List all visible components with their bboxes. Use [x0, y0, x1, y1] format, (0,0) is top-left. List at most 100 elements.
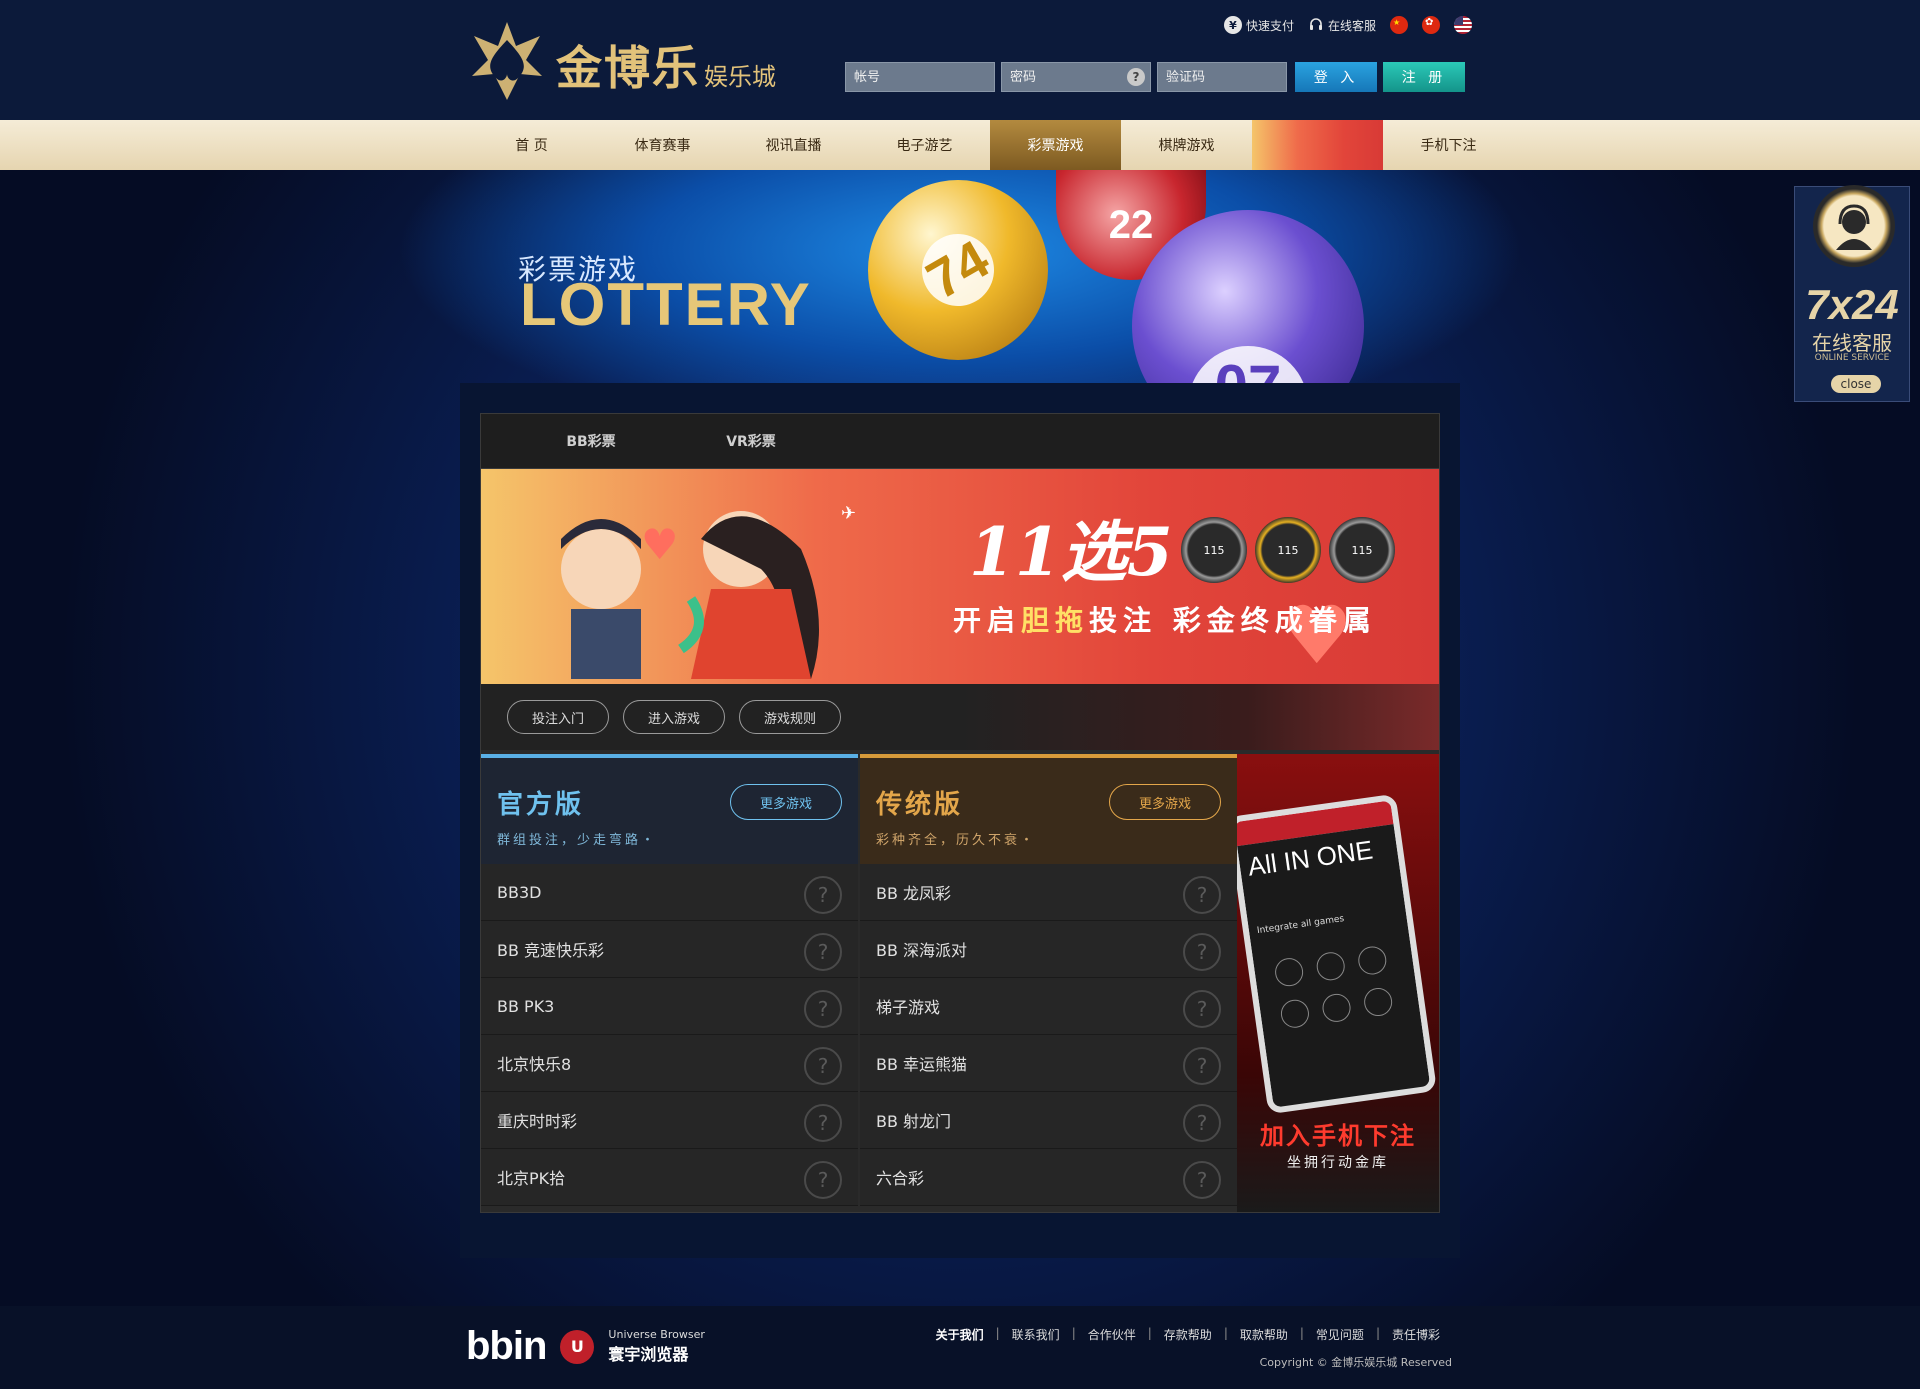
- us-flag-icon[interactable]: [1454, 16, 1472, 34]
- footer-link-deposit-help[interactable]: 存款帮助: [1152, 1326, 1224, 1343]
- lottery-panel: BB彩票 VR彩票 ♥ ✈ ♥ 11选5 115 115 115 开启胆拖投注 …: [460, 383, 1460, 1258]
- help-icon[interactable]: ?: [804, 933, 842, 971]
- help-icon[interactable]: ?: [804, 990, 842, 1028]
- promo-sub-highlight: 胆拖: [1021, 604, 1090, 637]
- game-row[interactable]: BB 射龙门?: [860, 1092, 1237, 1149]
- game-row[interactable]: BB 竞速快乐彩?: [481, 921, 858, 978]
- classic-more-games-button[interactable]: 更多游戏: [1109, 784, 1221, 820]
- mobile-ad-title: 加入手机下注: [1260, 1121, 1416, 1150]
- game-row[interactable]: 重庆时时彩?: [481, 1092, 858, 1149]
- tab-bb-lottery[interactable]: BB彩票: [511, 431, 671, 451]
- help-icon[interactable]: ?: [1183, 1047, 1221, 1085]
- svg-text:✈: ✈: [841, 503, 856, 524]
- betting-intro-button[interactable]: 投注入门: [507, 700, 610, 734]
- browser-text: Universe Browser 寰宇浏览器: [608, 1328, 704, 1365]
- footer-links: 关于我们 | 联系我们 | 合作伙伴 | 存款帮助 | 取款帮助 | 常见问题 | 责任博彩: [924, 1326, 1452, 1343]
- yen-icon: ¥: [1223, 16, 1242, 34]
- game-name: 北京快乐8: [497, 1055, 572, 1074]
- game-name: BB 深海派对: [876, 941, 968, 960]
- svg-text:♥: ♥: [641, 520, 679, 569]
- login-form: ? 登 入 注 册: [845, 62, 1465, 92]
- logo-subtext: 娱乐城: [704, 62, 776, 91]
- top-links: ¥ 快速支付 在线客服: [1223, 16, 1472, 34]
- password-help-icon[interactable]: ?: [1127, 68, 1145, 86]
- hongkong-flag-icon[interactable]: [1422, 16, 1440, 34]
- app-icon: [1279, 997, 1311, 1030]
- game-rules-button[interactable]: 游戏规则: [739, 700, 842, 734]
- phone-subline: Integrate all games: [1256, 914, 1345, 937]
- china-flag-icon[interactable]: [1390, 16, 1408, 34]
- tab-vr-lottery[interactable]: VR彩票: [671, 431, 831, 451]
- nav-item-lottery[interactable]: 彩票游戏: [990, 120, 1121, 170]
- game-row[interactable]: 梯子游戏?: [860, 978, 1237, 1035]
- game-row[interactable]: 六合彩?: [860, 1149, 1237, 1206]
- app-icon: [1356, 944, 1389, 977]
- fast-pay-link[interactable]: ¥ 快速支付: [1223, 16, 1294, 34]
- promo-banner[interactable]: ♥ ✈ ♥ 11选5 115 115 115 开启胆拖投注 彩金终成眷属: [481, 469, 1439, 684]
- login-button[interactable]: 登 入: [1295, 62, 1377, 92]
- site-logo[interactable]: 金博乐 娱乐城: [462, 16, 782, 106]
- game-name: BB 龙凤彩: [876, 884, 952, 903]
- support-label-cn: 在线客服: [1812, 331, 1892, 355]
- promo-headline: 11选5: [969, 513, 1173, 591]
- nav-item-mobile[interactable]: 手机下注: [1383, 120, 1514, 170]
- game-name: 北京PK拾: [497, 1169, 566, 1188]
- help-icon[interactable]: ?: [1183, 933, 1221, 971]
- footer-link-withdraw-help[interactable]: 取款帮助: [1228, 1326, 1300, 1343]
- online-service-link[interactable]: 在线客服: [1308, 17, 1376, 34]
- password-wrapper: ?: [1001, 62, 1151, 92]
- headset-icon: [1309, 18, 1322, 30]
- game-row[interactable]: BB3D?: [481, 864, 858, 921]
- footer-link-faq[interactable]: 常见问题: [1304, 1326, 1376, 1343]
- nav-item-home[interactable]: 首 页: [466, 120, 597, 170]
- game-row[interactable]: BB 龙凤彩?: [860, 864, 1237, 921]
- support-widget[interactable]: 7x24 在线客服 ONLINE SERVICE close: [1794, 185, 1910, 402]
- help-icon[interactable]: ?: [1183, 876, 1221, 914]
- nav-item-live-casino[interactable]: 视讯直播: [728, 120, 859, 170]
- username-input[interactable]: [845, 62, 995, 92]
- app-icon: [1273, 956, 1305, 988]
- support-label-en: ONLINE SERVICE: [1814, 353, 1890, 363]
- nav-items: 首 页 体育赛事 视讯直播 电子游艺 彩票游戏 棋牌游戏 优惠活动 手机下注: [466, 120, 1514, 335]
- app-icon: [1320, 992, 1353, 1024]
- game-name: BB 射龙门: [876, 1112, 952, 1131]
- footer-link-about[interactable]: 关于我们: [924, 1326, 996, 1343]
- game-row[interactable]: 北京快乐8?: [481, 1035, 858, 1092]
- help-icon[interactable]: ?: [804, 876, 842, 914]
- help-icon[interactable]: ?: [804, 1047, 842, 1085]
- universe-browser-icon: U: [560, 1329, 595, 1364]
- captcha-input[interactable]: [1157, 62, 1287, 92]
- support-agent-icon: [1813, 185, 1895, 267]
- footer-link-responsible[interactable]: 责任博彩: [1380, 1326, 1452, 1343]
- game-row[interactable]: 北京PK拾?: [481, 1149, 858, 1206]
- app-icon: [1362, 986, 1394, 1018]
- help-icon[interactable]: ?: [1183, 990, 1221, 1028]
- game-badge-icon: 115: [1181, 517, 1247, 583]
- game-badge-icon: 115: [1255, 517, 1321, 583]
- nav-item-slots[interactable]: 电子游艺: [859, 120, 990, 170]
- game-row[interactable]: BB 深海派对?: [860, 921, 1237, 978]
- footer-link-contact[interactable]: 联系我们: [1000, 1326, 1072, 1343]
- footer-link-partners[interactable]: 合作伙伴: [1076, 1326, 1148, 1343]
- mobile-betting-ad[interactable]: All IN ONE Integrate all games 加入手机下注 坐拥…: [1237, 754, 1439, 1212]
- help-icon[interactable]: ?: [804, 1104, 842, 1142]
- help-icon[interactable]: ?: [1183, 1104, 1221, 1142]
- footer: bbin U Universe Browser 寰宇浏览器 关于我们 | 联系我们…: [0, 1306, 1920, 1389]
- enter-game-button[interactable]: 进入游戏: [623, 700, 726, 734]
- game-row[interactable]: BB 幸运熊猫?: [860, 1035, 1237, 1092]
- promo-badges: 115 115 115: [1181, 517, 1395, 583]
- promo-sub-pre: 开启: [953, 604, 1022, 637]
- phone-app-grid: [1273, 944, 1394, 1030]
- register-button[interactable]: 注 册: [1383, 62, 1465, 92]
- help-icon[interactable]: ?: [804, 1161, 842, 1199]
- game-name: BB PK3: [497, 996, 555, 1016]
- game-row[interactable]: BB PK3?: [481, 978, 858, 1035]
- game-name: 重庆时时彩: [497, 1112, 578, 1131]
- promo-actions: 投注入门 进入游戏 游戏规则: [481, 684, 1439, 754]
- support-close-button[interactable]: close: [1831, 375, 1881, 393]
- nav-item-card-games[interactable]: 棋牌游戏: [1121, 120, 1252, 170]
- help-icon[interactable]: ?: [1183, 1161, 1221, 1199]
- nav-item-sports[interactable]: 体育赛事: [597, 120, 728, 170]
- official-more-games-button[interactable]: 更多游戏: [730, 784, 842, 820]
- phone-screen: All IN ONE Integrate all games: [1237, 824, 1432, 1114]
